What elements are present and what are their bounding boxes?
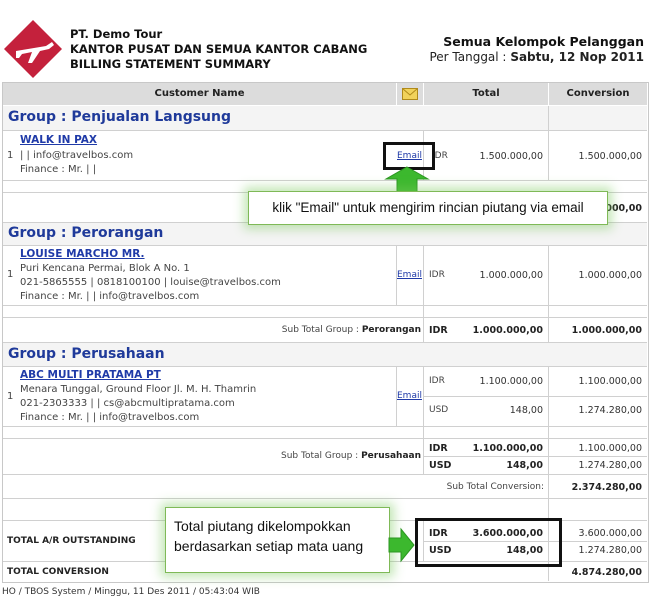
- total-ar-label: TOTAL A/R OUTSTANDING: [7, 536, 136, 546]
- amount-conversion: 1.274.280,00: [578, 405, 642, 416]
- arrow-up-icon: [384, 165, 430, 193]
- customer-address: Puri Kencana Permai, Blok A No. 1: [20, 263, 190, 274]
- envelope-icon: [402, 88, 418, 100]
- customer-contact: | | info@travelbos.com: [20, 150, 134, 161]
- column-header-customer: Customer Name: [3, 83, 396, 105]
- subtotal-total: 1.100.000,00: [472, 443, 543, 454]
- customer-contact: 021-5865555 | 0818100100 | louise@travel…: [20, 277, 281, 288]
- company-logo: [2, 18, 64, 80]
- report-title: BILLING STATEMENT SUMMARY: [70, 57, 271, 71]
- system-footer: HO / TBOS System / Minggu, 11 Des 2011 /…: [2, 587, 260, 597]
- subtotal-currency: IDR: [429, 443, 448, 454]
- row-number: 1: [7, 391, 14, 402]
- subtotal-label: Sub Total Group : Perusahaan: [281, 451, 421, 461]
- subtotal-conversion: 1.000.000,00: [571, 325, 642, 336]
- subtotal-conversion: 1.100.000,00: [578, 443, 642, 454]
- amount-total: 1.000.000,00: [479, 270, 543, 281]
- customer-finance: Finance : Mr. | | info@travelbos.com: [20, 291, 200, 302]
- date-value: Sabtu, 12 Nop 2011: [510, 50, 644, 64]
- subtotal-conversion: 1.274.280,00: [578, 460, 642, 471]
- subtotal-label: Sub Total Group : Perorangan: [281, 325, 421, 335]
- email-link[interactable]: Email: [397, 270, 422, 280]
- group-title: Group : Penjualan Langsung: [8, 109, 232, 125]
- report-date: Per Tanggal : Sabtu, 12 Nop 2011: [429, 50, 644, 64]
- currency: IDR: [429, 376, 445, 386]
- subtotal-total: 148,00: [506, 460, 543, 471]
- totals-highlight-box: [415, 518, 562, 567]
- amount-total: 1.500.000,00: [479, 151, 543, 162]
- office-scope: KANTOR PUSAT DAN SEMUA KANTOR CABANG: [70, 42, 368, 56]
- total-conversion-label: TOTAL CONVERSION: [7, 567, 109, 577]
- amount-conversion: 1.100.000,00: [578, 376, 642, 387]
- amount-total: 1.100.000,00: [479, 376, 543, 387]
- column-header-email: [397, 83, 423, 105]
- amount-total: 148,00: [509, 405, 543, 416]
- email-tip-text: klik "Email" untuk mengirim rincian piut…: [272, 200, 584, 215]
- column-header-conversion: Conversion: [549, 83, 647, 105]
- email-link[interactable]: Email: [397, 391, 422, 401]
- currency: USD: [429, 405, 449, 415]
- subtotal-total: 1.000.000,00: [472, 325, 543, 336]
- group-title: Group : Perusahaan: [8, 346, 165, 362]
- customer-link-walk-in-pax[interactable]: WALK IN PAX: [20, 134, 97, 146]
- customer-address: Menara Tunggal, Ground Floor Jl. M. H. T…: [20, 384, 257, 395]
- arrow-right-icon: [388, 527, 416, 563]
- column-header-total: Total: [424, 83, 548, 105]
- currency: IDR: [429, 270, 445, 280]
- customer-link-louise-marcho[interactable]: LOUISE MARCHO MR.: [20, 248, 145, 260]
- row-number: 1: [7, 269, 14, 280]
- amount-conversion: 1.500.000,00: [578, 151, 642, 162]
- currency-tip-text: Total piutang dikelompokkan berdasarkan …: [174, 518, 364, 554]
- email-tip-callout: klik "Email" untuk mengirim rincian piut…: [248, 191, 608, 225]
- customer-link-abc-multi-pratama[interactable]: ABC MULTI PRATAMA PT: [20, 369, 161, 381]
- subtotal-currency: IDR: [429, 325, 448, 336]
- subtotal-currency: USD: [429, 460, 452, 471]
- group-title: Group : Perorangan: [8, 225, 164, 241]
- group-filter: Semua Kelompok Pelanggan: [443, 34, 644, 49]
- total-ar-conversion: 3.600.000,00: [578, 528, 642, 539]
- customer-finance: Finance : Mr. | | info@travelbos.com: [20, 412, 200, 423]
- amount-conversion: 1.000.000,00: [578, 270, 642, 281]
- date-label: Per Tanggal :: [429, 50, 507, 64]
- subtotal-conversion-value: 2.374.280,00: [571, 482, 642, 493]
- currency-tip-callout: Total piutang dikelompokkan berdasarkan …: [165, 507, 390, 573]
- customer-finance: Finance : Mr. | |: [20, 164, 97, 175]
- total-conversion-value: 4.874.280,00: [571, 567, 642, 578]
- row-number: 1: [7, 150, 14, 161]
- total-ar-conversion: 1.274.280,00: [578, 545, 642, 556]
- company-name: PT. Demo Tour: [70, 27, 163, 41]
- customer-contact: 021-2303333 | | cs@abcmultipratama.com: [20, 398, 235, 409]
- subtotal-conversion-label: Sub Total Conversion:: [446, 482, 544, 492]
